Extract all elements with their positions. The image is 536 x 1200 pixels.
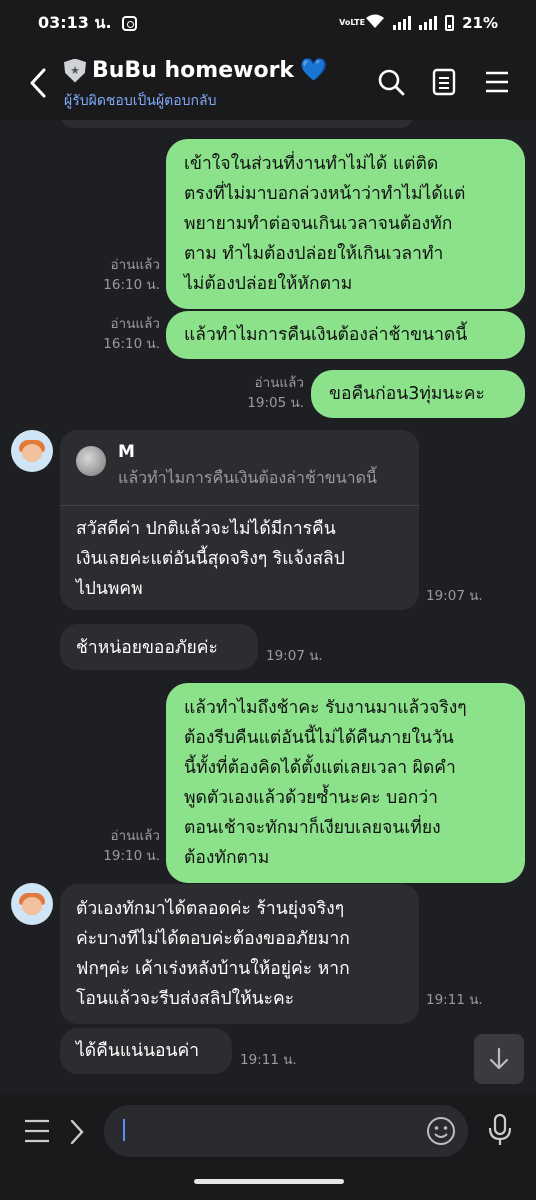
message-bubble-received[interactable]: ตัวเองทักมาได้ตลอดค่ะ ร้านยุ่งจริงๆ ค่ะบ…: [60, 884, 419, 1024]
shield-icon: ★: [64, 58, 86, 83]
read-receipt: อ่านแล้ว: [110, 828, 160, 844]
search-icon[interactable]: [377, 68, 405, 96]
message-line: ไม่ต้องปล่อยให้หักตาม: [184, 274, 353, 294]
message-line: โอนแล้วจะรีบส่งสลิปให้นะคะ: [76, 989, 295, 1009]
text-caret: [123, 1119, 125, 1141]
back-arrow-icon[interactable]: [26, 66, 50, 100]
hamburger-icon[interactable]: [24, 1119, 50, 1143]
message-line: ตาม ทำไมต้องปล่อยให้เกินเวลาทำ: [184, 244, 444, 264]
message-meta: อ่านแล้ว 16:10 น.: [100, 314, 160, 354]
partial-message: [60, 120, 414, 128]
read-receipt: อ่านแล้ว: [254, 375, 304, 391]
scroll-down-button[interactable]: [474, 1034, 524, 1084]
message-bubble-received[interactable]: ได้คืนแน่นอนค่า: [60, 1028, 232, 1074]
message-line: พูดตัวเองแล้วด้วยซ้ำนะคะ บอกว่า: [184, 788, 439, 808]
message-bubble-sent[interactable]: เข้าใจในส่วนที่งานทำไม่ได้ แต่ติด ตรงที่…: [166, 139, 525, 309]
message-line: เข้าใจในส่วนที่งานทำไม่ได้ แต่ติด: [184, 154, 439, 174]
message-time: 19:10 น.: [103, 848, 160, 864]
message-bubble-sent[interactable]: แล้วทำไมการคืนเงินต้องล่าช้าขนาดนี้: [166, 311, 525, 359]
menu-icon[interactable]: [485, 70, 509, 94]
read-receipt: อ่านแล้ว: [110, 257, 160, 273]
blue-heart-icon: 💙: [300, 58, 328, 83]
instagram-icon: [121, 15, 137, 31]
status-icons: VoLTE 21%: [339, 13, 498, 33]
quoted-sender: M: [118, 442, 135, 462]
scroll-down-icon: [489, 1047, 509, 1070]
contact-avatar[interactable]: [11, 883, 53, 925]
message-line: ตัวเองทักมาได้ตลอดค่ะ ร้านยุ่งจริงๆ: [76, 899, 345, 919]
quoted-text: แล้วทำไมการคืนเงินต้องล่าช้าขนาดนี้: [118, 468, 377, 487]
message-line: ต้องรีบคืนแต่อันนี้ไม่ได้คืนภายในวัน: [184, 728, 454, 748]
notes-icon[interactable]: [432, 68, 456, 96]
message-bubble-received[interactable]: ช้าหน่อยขออภัยค่ะ: [60, 624, 258, 670]
message-line: นี้ทั้งที่ต้องคิดได้ตั้งแต่เลยเวลา ผิดคำ: [184, 758, 456, 778]
chevron-right-icon[interactable]: [69, 1119, 85, 1145]
message-line: แล้วทำไมถึงช้าคะ รับงานมาแล้วจริงๆ: [184, 698, 467, 718]
emoji-icon[interactable]: [426, 1116, 456, 1146]
chat-subtitle: ผู้รับผิดชอบเป็นผู้ตอบกลับ: [64, 93, 217, 109]
message-bubble-received[interactable]: M แล้วทำไมการคืนเงินต้องล่าช้าขนาดนี้ สว…: [60, 430, 419, 610]
message-bubble-sent[interactable]: ขอคืนก่อน3ทุ่มนะคะ: [311, 370, 525, 418]
message-line: ต้องทักตาม: [184, 848, 270, 868]
read-receipt: อ่านแล้ว: [110, 316, 160, 332]
message-line: เงินเลยค่ะแต่อันนี้สุดจริงๆ ริแจ้งสลิป: [76, 549, 345, 569]
message-meta: อ่านแล้ว 19:05 น.: [246, 373, 304, 413]
chat-title: BuBu homework: [92, 58, 295, 83]
message-line: ไปนพคพ: [76, 579, 143, 599]
message-bubble-sent[interactable]: แล้วทำไมถึงช้าคะ รับงานมาแล้วจริงๆ ต้องร…: [166, 683, 525, 883]
wifi-icon: [365, 13, 385, 33]
message-meta: อ่านแล้ว 19:10 น.: [100, 826, 160, 866]
message-line: ฟกๆค่ะ เค้าเร่งหลังบ้านให้อยู่ค่ะ หาก: [76, 959, 350, 979]
message-line: ค่ะบางทีไม่ได้ตอบค่ะต้องขออภัยมาก: [76, 929, 350, 949]
message-time: 19:11 น.: [426, 992, 483, 1008]
message-time: 19:11 น.: [240, 1052, 297, 1068]
message-line: ช้าหน่อยขออภัยค่ะ: [76, 638, 218, 658]
signal-icon-2: [419, 16, 438, 30]
message-line: ได้คืนแน่นอนค่า: [76, 1041, 200, 1061]
reply-quote[interactable]: M แล้วทำไมการคืนเงินต้องล่าช้าขนาดนี้: [60, 430, 419, 506]
chat-header: ★ BuBu homework 💙 ผู้รับผิดชอบเป็นผู้ตอบ…: [0, 46, 536, 120]
status-bar: 03:13 น. VoLTE 21%: [0, 0, 536, 46]
battery-percent: 21%: [462, 14, 498, 32]
message-body: สวัสดีค่า ปกติแล้วจะไม่ได้มีการคืน เงินเ…: [60, 506, 419, 604]
message-time: 19:07 น.: [266, 648, 323, 664]
microphone-icon[interactable]: [487, 1113, 513, 1147]
composer-bar: [0, 1095, 536, 1200]
contact-avatar[interactable]: [11, 430, 53, 472]
message-line: ตอนเช้าจะทักมาก็เงียบเลยจนเที่ยง: [184, 818, 441, 838]
message-line: แล้วทำไมการคืนเงินต้องล่าช้าขนาดนี้: [184, 325, 468, 345]
home-indicator[interactable]: [194, 1179, 344, 1184]
message-input[interactable]: [104, 1105, 468, 1157]
message-line: ขอคืนก่อน3ทุ่มนะคะ: [329, 384, 485, 404]
message-list[interactable]: อ่านแล้ว 16:10 น. เข้าใจในส่วนที่งานทำไม…: [0, 120, 536, 1095]
title-row[interactable]: ★ BuBu homework 💙: [64, 58, 327, 83]
message-line: สวัสดีค่า ปกติแล้วจะไม่ได้มีการคืน: [76, 519, 336, 539]
message-line: พยายามทำต่อจนเกินเวลาจนต้องทัก: [184, 214, 453, 234]
message-time: 19:05 น.: [247, 395, 304, 411]
battery-icon: [445, 15, 455, 31]
volte-icon: VoLTE: [339, 18, 366, 27]
message-time: 19:07 น.: [426, 588, 483, 604]
status-time: 03:13 น.: [38, 12, 112, 32]
signal-icon: [393, 16, 412, 30]
message-line: ตรงที่ไม่มาบอกล่วงหน้าว่าทำไม่ได้แต่: [184, 184, 466, 204]
message-meta: อ่านแล้ว 16:10 น.: [100, 255, 160, 295]
message-time: 16:10 น.: [103, 277, 160, 293]
quoted-avatar: [76, 446, 106, 476]
message-time: 16:10 น.: [103, 336, 160, 352]
